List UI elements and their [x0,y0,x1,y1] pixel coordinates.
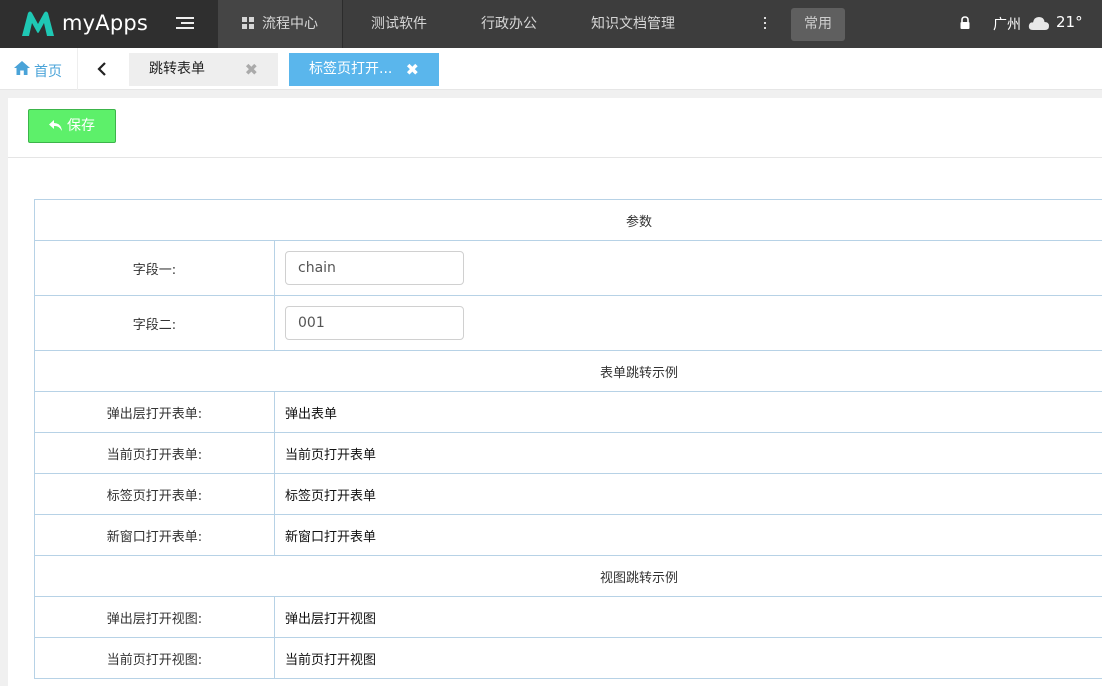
table-row: 当前页打开表单: 当前页打开表单 [34,432,1102,474]
grid-icon [242,17,254,29]
tab-label: 跳转表单 [149,61,205,77]
logo-area[interactable]: myApps [0,0,218,48]
row-label: 标签页打开表单: [34,473,275,515]
nav-item-process-center[interactable]: 流程中心 [218,0,342,48]
nav-item-test-software[interactable]: 测试软件 [343,0,455,48]
kebab-icon[interactable] [762,17,768,31]
table-row: 字段二: 001 [34,295,1102,351]
save-button[interactable]: 保存 [28,109,116,143]
table-row: 字段一: chain [34,240,1102,296]
close-icon[interactable]: ✖ [406,53,419,86]
section-title: 视图跳转示例 [34,555,1102,597]
section-header: 视图跳转示例 [34,555,1102,597]
tab-label: 标签页打开... [309,61,393,77]
row-label: 弹出层打开视图: [34,596,275,638]
close-icon[interactable]: ✖ [245,53,258,86]
table-row: 标签页打开表单: 标签页打开表单 [34,473,1102,515]
cloud-icon [1028,17,1049,30]
popup-open-form-link[interactable]: 弹出表单 [285,407,337,422]
table-row: 弹出层打开表单: 弹出表单 [34,391,1102,433]
row-label: 当前页打开表单: [34,432,275,474]
home-tab[interactable]: 首页 [0,48,78,90]
nav-item-admin-office[interactable]: 行政办公 [455,0,563,48]
home-icon [14,61,30,75]
common-button[interactable]: 常用 [791,8,845,41]
m-logo-icon [22,11,54,36]
field-label: 字段一: [34,240,275,296]
tab-bar: 首页 跳转表单 ✖ 标签页打开... ✖ [0,48,1102,90]
field-label: 字段二: [34,295,275,351]
chevron-left-icon[interactable] [92,59,112,79]
row-label: 当前页打开视图: [34,637,275,679]
home-label: 首页 [34,64,62,80]
nav-label: 流程中心 [262,16,318,32]
app-name: myApps [62,11,149,35]
popup-open-view-link[interactable]: 弹出层打开视图 [285,612,376,627]
content-panel: 保存 参数 字段一: chain 字段二: 001 表单跳转示例 弹出层打开表单… [8,98,1102,686]
section-header: 参数 [34,199,1102,241]
tab-open-in-tab[interactable]: 标签页打开... ✖ [289,53,439,86]
form-table: 参数 字段一: chain 字段二: 001 表单跳转示例 弹出层打开表单: 弹… [34,199,1102,679]
row-label: 新窗口打开表单: [34,514,275,556]
new-window-open-form-link[interactable]: 新窗口打开表单 [285,530,376,545]
weather-city: 广州 [993,17,1021,33]
nav-item-knowledge-docs[interactable]: 知识文档管理 [563,0,703,48]
row-label: 弹出层打开表单: [34,391,275,433]
table-row: 新窗口打开表单: 新窗口打开表单 [34,514,1102,556]
table-row: 当前页打开视图: 当前页打开视图 [34,637,1102,679]
weather-temperature: 21° [1056,13,1083,31]
section-title: 参数 [34,199,1102,241]
form-toolbar: 保存 [8,98,1102,158]
field-one-input[interactable]: chain [285,251,464,285]
tab-open-form-link[interactable]: 标签页打开表单 [285,489,376,504]
current-page-open-form-link[interactable]: 当前页打开表单 [285,448,376,463]
table-row: 弹出层打开视图: 弹出层打开视图 [34,596,1102,638]
section-title: 表单跳转示例 [34,350,1102,392]
reply-arrow-icon [49,120,62,131]
lock-icon[interactable] [959,16,971,30]
menu-toggle-icon[interactable] [176,17,196,33]
current-page-open-view-link[interactable]: 当前页打开视图 [285,653,376,668]
save-label: 保存 [67,118,95,134]
tab-jump-form[interactable]: 跳转表单 ✖ [129,53,278,86]
section-header: 表单跳转示例 [34,350,1102,392]
field-two-input[interactable]: 001 [285,306,464,340]
top-nav-bar: myApps 流程中心 测试软件 行政办公 知识文档管理 常用 广州 21° [0,0,1102,48]
